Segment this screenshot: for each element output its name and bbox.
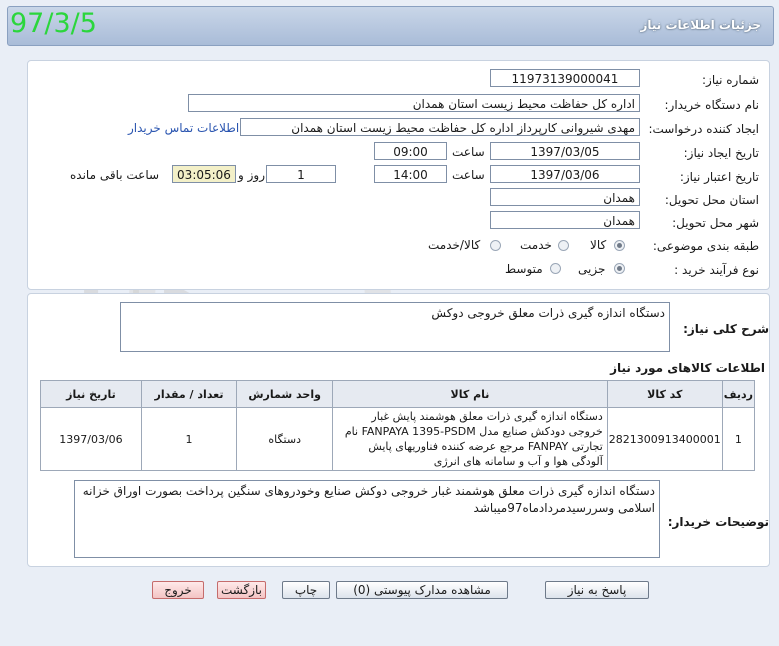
header-unit: واحد شمارش [236, 380, 334, 408]
category-option-service: خدمت [520, 238, 552, 252]
cell-name: دستگاه اندازه گیری ذرات معلق هوشمند پایش… [332, 407, 608, 471]
category-label: طبقه بندی موضوعی: [652, 239, 759, 253]
buyer-notes-label: توضیحات خریدار: [667, 515, 769, 529]
need-number-label: شماره نیاز: [702, 73, 759, 87]
category-option-goods: کالا [590, 238, 607, 252]
title-bar: جزئیات اطلاعات نیاز [7, 6, 774, 46]
header-name: نام کالا [332, 380, 608, 408]
cell-unit: دستگاه [236, 407, 334, 471]
days-remaining-field: 1 [266, 165, 336, 183]
cell-date: 1397/03/06 [40, 407, 142, 471]
process-radio-medium[interactable] [550, 263, 561, 274]
cell-code: 2821300913400001 [606, 407, 723, 471]
print-button[interactable]: چاپ [282, 581, 330, 599]
city-field: همدان [490, 211, 640, 229]
window-title: جزئیات اطلاعات نیاز [640, 18, 761, 32]
category-radio-service[interactable] [558, 240, 569, 251]
valid-until-date-field: 1397/03/06 [490, 165, 640, 183]
category-radio-both[interactable] [490, 240, 501, 251]
valid-until-time-field: 14:00 [374, 165, 447, 183]
header-date: تاریخ نیاز [40, 380, 142, 408]
back-button[interactable]: بازگشت [217, 581, 266, 599]
created-time-field: 09:00 [374, 142, 447, 160]
need-number-field: 11973139000041 [490, 69, 640, 87]
description-label: شرح کلی نیاز: [683, 322, 769, 336]
requester-field: مهدی شیروانی کارپرداز اداره کل حفاظت محی… [240, 118, 640, 136]
description-field: دستگاه اندازه گیری ذرات معلق خروجی دوکش [120, 302, 670, 352]
header-row-number: ردیف [721, 380, 756, 408]
city-label: شهر محل تحویل: [672, 216, 759, 230]
category-option-both: کالا/خدمت [428, 238, 481, 252]
goods-section-title: اطلاعات کالاهای مورد نیاز [610, 361, 765, 375]
valid-until-label: تاریخ اعتبار نیاز: [679, 170, 759, 184]
buyer-contact-link[interactable]: اطلاعات تماس خریدار [128, 121, 239, 135]
goods-table-header: ردیف کد کالا نام کالا واحد شمارش تعداد /… [40, 380, 756, 408]
created-date-field: 1397/03/05 [490, 142, 640, 160]
province-label: استان محل تحویل: [664, 193, 759, 207]
date-stamp: 97/3/5 [10, 8, 97, 39]
days-label: روز و [238, 168, 265, 182]
cell-qty: 1 [140, 407, 238, 471]
goods-table: ردیف کد کالا نام کالا واحد شمارش تعداد /… [40, 380, 756, 471]
created-date-label: تاریخ ایجاد نیاز: [683, 146, 759, 160]
header-code: کد کالا [606, 380, 723, 408]
category-radio-goods[interactable] [614, 240, 625, 251]
process-option-minor: جزیی [578, 262, 606, 276]
valid-until-time-label: ساعت [452, 168, 485, 182]
reply-button[interactable]: پاسخ به نیاز [545, 581, 649, 599]
buyer-org-field: اداره کل حفاظت محیط زیست استان همدان [188, 94, 640, 112]
process-option-medium: متوسط [505, 262, 543, 276]
created-time-label: ساعت [452, 145, 485, 159]
exit-button[interactable]: خروج [152, 581, 204, 599]
buyer-notes-field: دستگاه اندازه گیری ذرات معلق هوشمند غبار… [74, 480, 660, 558]
time-remaining-field: 03:05:06 [172, 165, 236, 183]
process-radio-minor[interactable] [614, 263, 625, 274]
table-row: 1 2821300913400001 دستگاه اندازه گیری ذر… [40, 407, 756, 471]
requester-label: ایجاد کننده درخواست: [648, 122, 759, 136]
attachments-button[interactable]: مشاهده مدارک پیوستی (0) [336, 581, 508, 599]
cell-row-number: 1 [721, 407, 756, 471]
buyer-org-label: نام دستگاه خریدار: [664, 98, 760, 112]
header-qty: تعداد / مقدار [140, 380, 238, 408]
process-label: نوع فرآیند خرید : [674, 263, 759, 277]
time-remaining-label: ساعت باقی مانده [70, 168, 160, 182]
province-field: همدان [490, 188, 640, 206]
